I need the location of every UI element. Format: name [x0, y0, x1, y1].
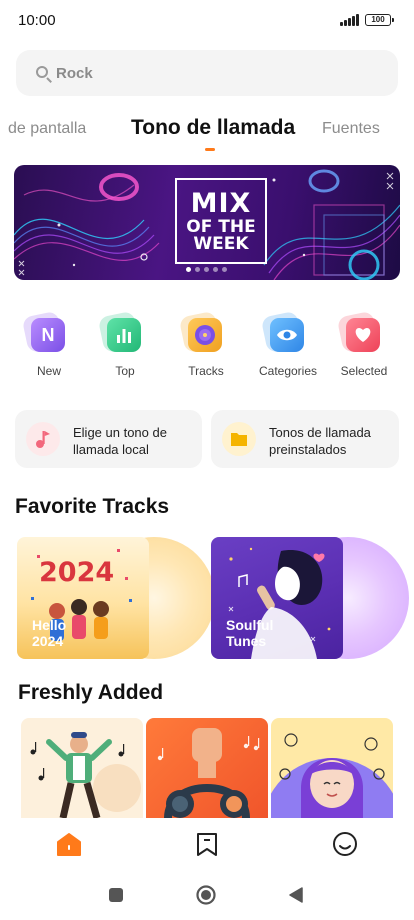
home-circle-icon[interactable]: [196, 885, 216, 905]
heart-icon: [346, 318, 380, 352]
nav-home[interactable]: [55, 830, 83, 858]
vinyl-icon: [188, 318, 222, 352]
category-label: Selected: [340, 364, 388, 378]
category-top[interactable]: Top: [90, 310, 160, 378]
new-icon: N: [31, 318, 65, 352]
search-input[interactable]: [56, 50, 376, 96]
status-time: 10:00: [18, 12, 56, 29]
smiley-icon: [333, 832, 357, 856]
fresh-track-cover: [157, 728, 260, 818]
tile-line1: Elige un tono de: [73, 425, 167, 440]
nav-profile[interactable]: [331, 830, 359, 858]
category-new[interactable]: N New: [14, 310, 84, 378]
favorite-tracks-heading: Favorite Tracks: [15, 495, 170, 518]
tile-line2: preinstalados: [269, 442, 347, 457]
fresh-track-card[interactable]: [271, 718, 393, 818]
promo-banner[interactable]: MIX OF THE WEEK: [14, 165, 400, 280]
freshly-added-heading: Freshly Added: [18, 681, 164, 704]
tab-fonts[interactable]: Fuentes: [322, 120, 380, 138]
fresh-track-card[interactable]: [21, 718, 143, 818]
bookmark-icon: [197, 833, 217, 856]
banner-title: MIX OF THE WEEK: [175, 178, 267, 264]
search-bar[interactable]: [16, 50, 398, 96]
banner-title-line2: OF THE WEEK: [186, 216, 256, 254]
home-icon: [57, 833, 81, 856]
search-icon: [36, 66, 48, 78]
track-name-line1: Soulful: [226, 617, 274, 633]
recents-square-icon[interactable]: [108, 887, 124, 903]
track-name-line2: 2024: [32, 633, 64, 649]
category-label: Categories: [258, 364, 318, 378]
tab-wallpaper[interactable]: de pantalla: [8, 120, 86, 138]
track-name-line2: Tunes: [226, 633, 267, 649]
category-selected[interactable]: Selected: [329, 310, 399, 378]
cover-year-text: 2024: [39, 557, 114, 588]
tile-line1: Tonos de llamada: [269, 425, 371, 440]
local-ringtone-tile[interactable]: Elige un tono de llamada local: [15, 410, 202, 468]
music-note-icon: [26, 422, 60, 456]
fresh-track-cover: [271, 733, 393, 818]
track-name-line1: Hello: [32, 617, 67, 633]
battery-icon: 100: [365, 14, 394, 26]
back-triangle-icon[interactable]: [288, 886, 304, 904]
banner-title-line1: MIX: [190, 187, 252, 219]
category-shortcuts: N New Top Tracks Categories Selected: [0, 310, 414, 380]
top-chart-icon: [107, 318, 141, 352]
category-label: New: [36, 364, 61, 378]
favorite-track-card[interactable]: 2024 Hello 2024: [17, 537, 215, 659]
status-bar: 10:00 100: [0, 0, 414, 40]
system-navigation: [0, 870, 414, 920]
category-categories[interactable]: Categories: [253, 310, 323, 378]
signal-icon: [340, 14, 360, 26]
category-label: Tracks: [188, 364, 224, 378]
tab-active-indicator: [205, 148, 215, 151]
eye-icon: [270, 318, 304, 352]
category-tabs: de pantalla Tono de llamada Fuentes: [0, 112, 414, 152]
preinstalled-ringtones-tile[interactable]: Tonos de llamada preinstalados: [211, 410, 399, 468]
tab-ringtone[interactable]: Tono de llamada: [131, 116, 295, 140]
battery-level: 100: [371, 15, 385, 24]
tile-line2: llamada local: [73, 442, 149, 457]
fresh-track-card[interactable]: [146, 718, 268, 818]
nav-saved[interactable]: [193, 830, 221, 858]
category-label: Top: [115, 364, 135, 378]
favorite-track-card[interactable]: Soulful Tunes: [211, 537, 409, 659]
folder-icon: [222, 422, 256, 456]
fresh-track-cover: [30, 732, 141, 818]
banner-pagination: [186, 267, 227, 272]
bottom-navigation: [0, 818, 414, 870]
category-tracks[interactable]: Tracks: [171, 310, 241, 378]
